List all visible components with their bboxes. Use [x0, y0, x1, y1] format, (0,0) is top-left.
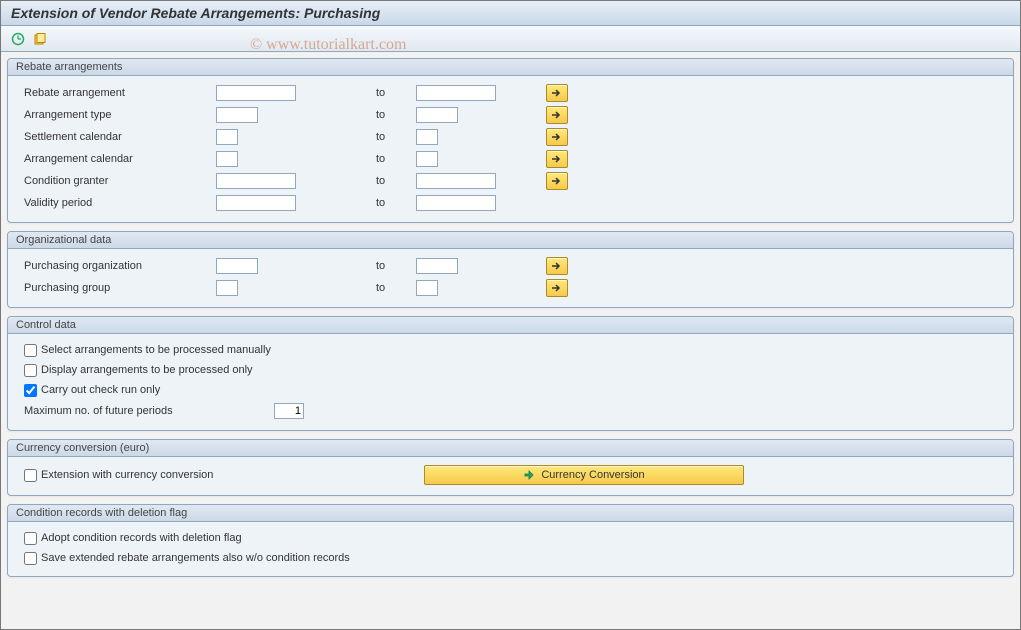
panel-rebate: Rebate arrangements Rebate arrangement t… [7, 58, 1014, 223]
label-rebate-arrangement: Rebate arrangement [16, 87, 216, 99]
multi-select-icon[interactable] [546, 172, 568, 190]
input-validity-from[interactable] [216, 195, 296, 211]
multi-select-icon[interactable] [546, 106, 568, 124]
panel-deletion-header: Condition records with deletion flag [8, 505, 1013, 522]
label-purch-grp: Purchasing group [16, 282, 216, 294]
label-ext-conversion: Extension with currency conversion [41, 469, 213, 481]
input-rebate-arr-to[interactable] [416, 85, 496, 101]
input-purch-grp-from[interactable] [216, 280, 238, 296]
currency-conversion-button[interactable]: Currency Conversion [424, 465, 744, 485]
panel-deletion: Condition records with deletion flag Ado… [7, 504, 1014, 577]
row-rebate-arrangement: Rebate arrangement to [16, 82, 1005, 104]
check-display-row: Display arrangements to be processed onl… [16, 360, 1005, 380]
row-purch-org: Purchasing organization to [16, 255, 1005, 277]
check-manual-label: Select arrangements to be processed manu… [41, 344, 271, 356]
to-label: to [376, 260, 416, 272]
input-cond-granter-from[interactable] [216, 173, 296, 189]
input-arr-cal-to[interactable] [416, 151, 438, 167]
to-label: to [376, 87, 416, 99]
execute-icon[interactable] [9, 30, 27, 48]
row-settlement-calendar: Settlement calendar to [16, 126, 1005, 148]
check-adopt-label: Adopt condition records with deletion fl… [41, 532, 242, 544]
row-currency: Extension with currency conversion Curre… [16, 463, 1005, 487]
check-save[interactable] [24, 552, 37, 565]
label-validity-period: Validity period [16, 197, 216, 209]
input-settle-cal-to[interactable] [416, 129, 438, 145]
check-run-only[interactable] [24, 384, 37, 397]
label-settlement-calendar: Settlement calendar [16, 131, 216, 143]
check-adopt-row: Adopt condition records with deletion fl… [16, 528, 1005, 548]
check-ext-conversion[interactable] [24, 469, 37, 482]
panel-control: Control data Select arrangements to be p… [7, 316, 1014, 431]
to-label: to [376, 175, 416, 187]
check-manual-row: Select arrangements to be processed manu… [16, 340, 1005, 360]
multi-select-icon[interactable] [546, 84, 568, 102]
panel-org-header: Organizational data [8, 232, 1013, 249]
label-arrangement-calendar: Arrangement calendar [16, 153, 216, 165]
currency-conversion-label: Currency Conversion [541, 469, 644, 481]
label-condition-granter: Condition granter [16, 175, 216, 187]
check-save-label: Save extended rebate arrangements also w… [41, 552, 350, 564]
panel-control-header: Control data [8, 317, 1013, 334]
input-rebate-arr-from[interactable] [216, 85, 296, 101]
check-save-row: Save extended rebate arrangements also w… [16, 548, 1005, 568]
panel-org: Organizational data Purchasing organizat… [7, 231, 1014, 308]
panel-currency-header: Currency conversion (euro) [8, 440, 1013, 457]
toolbar [1, 26, 1020, 52]
panel-rebate-header: Rebate arrangements [8, 59, 1013, 76]
label-max-periods: Maximum no. of future periods [16, 405, 274, 417]
input-arr-type-to[interactable] [416, 107, 458, 123]
check-run-label: Carry out check run only [41, 384, 160, 396]
input-settle-cal-from[interactable] [216, 129, 238, 145]
page-title: Extension of Vendor Rebate Arrangements:… [1, 1, 1020, 26]
check-display-label: Display arrangements to be processed onl… [41, 364, 253, 376]
label-purch-org: Purchasing organization [16, 260, 216, 272]
check-display-only[interactable] [24, 364, 37, 377]
row-arrangement-calendar: Arrangement calendar to [16, 148, 1005, 170]
to-label: to [376, 109, 416, 121]
to-label: to [376, 131, 416, 143]
input-purch-org-to[interactable] [416, 258, 458, 274]
input-arr-cal-from[interactable] [216, 151, 238, 167]
to-label: to [376, 282, 416, 294]
panel-currency: Currency conversion (euro) Extension wit… [7, 439, 1014, 496]
input-purch-org-from[interactable] [216, 258, 258, 274]
content-area: Rebate arrangements Rebate arrangement t… [1, 52, 1020, 591]
label-arrangement-type: Arrangement type [16, 109, 216, 121]
input-validity-to[interactable] [416, 195, 496, 211]
to-label: to [376, 197, 416, 209]
multi-select-icon[interactable] [546, 279, 568, 297]
variant-icon[interactable] [31, 30, 49, 48]
row-arrangement-type: Arrangement type to [16, 104, 1005, 126]
input-arr-type-from[interactable] [216, 107, 258, 123]
row-max-periods: Maximum no. of future periods [16, 400, 1005, 422]
check-run-row: Carry out check run only [16, 380, 1005, 400]
check-manual[interactable] [24, 344, 37, 357]
row-validity-period: Validity period to [16, 192, 1005, 214]
to-label: to [376, 153, 416, 165]
check-adopt[interactable] [24, 532, 37, 545]
row-condition-granter: Condition granter to [16, 170, 1005, 192]
multi-select-icon[interactable] [546, 257, 568, 275]
multi-select-icon[interactable] [546, 128, 568, 146]
input-purch-grp-to[interactable] [416, 280, 438, 296]
multi-select-icon[interactable] [546, 150, 568, 168]
row-purch-grp: Purchasing group to [16, 277, 1005, 299]
input-cond-granter-to[interactable] [416, 173, 496, 189]
input-max-periods[interactable] [274, 403, 304, 419]
